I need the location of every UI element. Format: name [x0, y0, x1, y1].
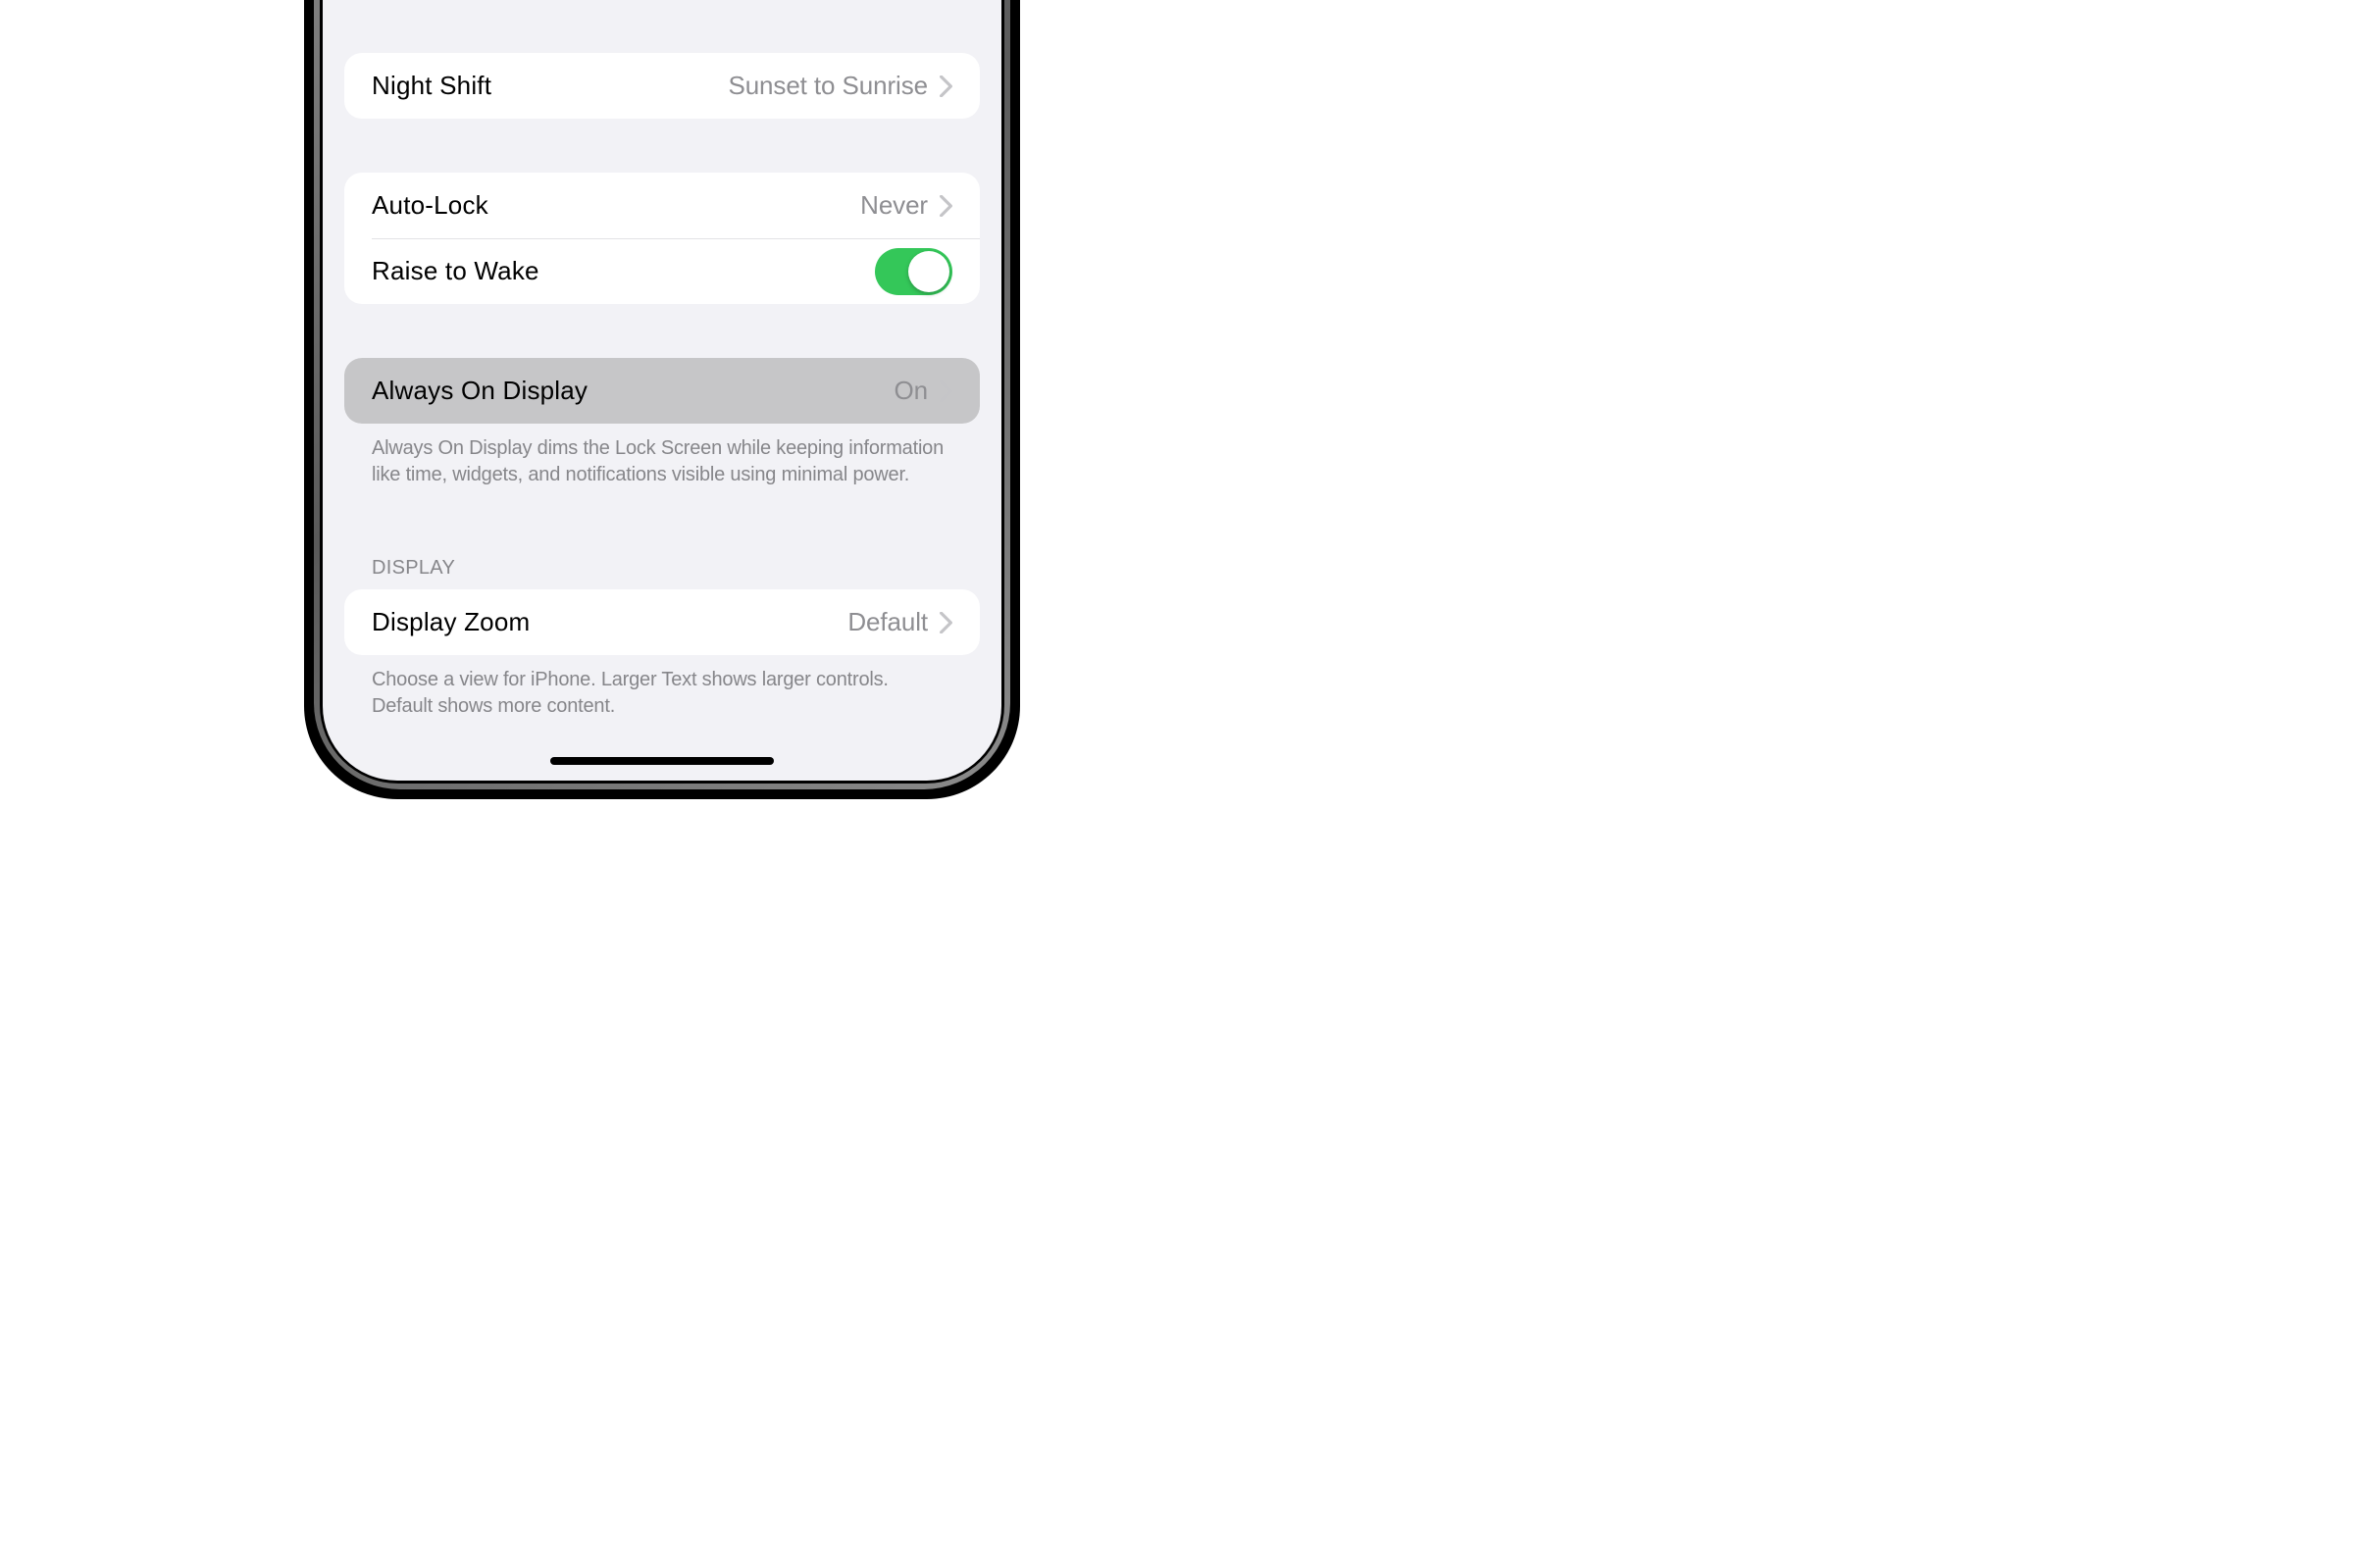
toggle-knob — [908, 251, 949, 292]
always-on-display-row[interactable]: Always On Display On — [344, 358, 980, 424]
always-on-display-value: On — [895, 376, 928, 406]
chevron-right-icon — [940, 612, 952, 633]
phone-bezel: Night Shift Sunset to Sunrise — [314, 0, 1010, 789]
lock-group: Auto-Lock Never Raise to Wake — [344, 173, 980, 304]
raise-to-wake-row: Raise to Wake — [344, 238, 980, 304]
night-shift-group: Night Shift Sunset to Sunrise — [344, 53, 980, 119]
display-zoom-group: Display Zoom Default — [344, 589, 980, 655]
display-section-header: DISPLAY — [344, 557, 980, 589]
auto-lock-row[interactable]: Auto-Lock Never — [344, 173, 980, 238]
night-shift-value: Sunset to Sunrise — [728, 71, 928, 101]
auto-lock-label: Auto-Lock — [372, 190, 488, 221]
always-on-display-footer: Always On Display dims the Lock Screen w… — [344, 424, 980, 488]
display-zoom-value: Default — [847, 607, 928, 637]
always-on-display-group: Always On Display On — [344, 358, 980, 424]
night-shift-row[interactable]: Night Shift Sunset to Sunrise — [344, 53, 980, 119]
display-zoom-footer: Choose a view for iPhone. Larger Text sh… — [344, 655, 980, 720]
home-indicator[interactable] — [550, 757, 774, 765]
display-zoom-row[interactable]: Display Zoom Default — [344, 589, 980, 655]
raise-to-wake-toggle[interactable] — [875, 248, 952, 295]
phone-frame: Night Shift Sunset to Sunrise — [304, 0, 1020, 799]
always-on-display-label: Always On Display — [372, 376, 588, 406]
chevron-right-icon — [940, 195, 952, 217]
display-zoom-label: Display Zoom — [372, 607, 530, 637]
settings-screen: Night Shift Sunset to Sunrise — [323, 0, 1001, 781]
chevron-right-icon — [940, 76, 952, 97]
night-shift-label: Night Shift — [372, 71, 491, 101]
raise-to-wake-label: Raise to Wake — [372, 256, 539, 286]
phone-screen-border: Night Shift Sunset to Sunrise — [320, 0, 1004, 784]
auto-lock-value: Never — [860, 190, 928, 221]
chevron-right-icon — [940, 380, 952, 402]
